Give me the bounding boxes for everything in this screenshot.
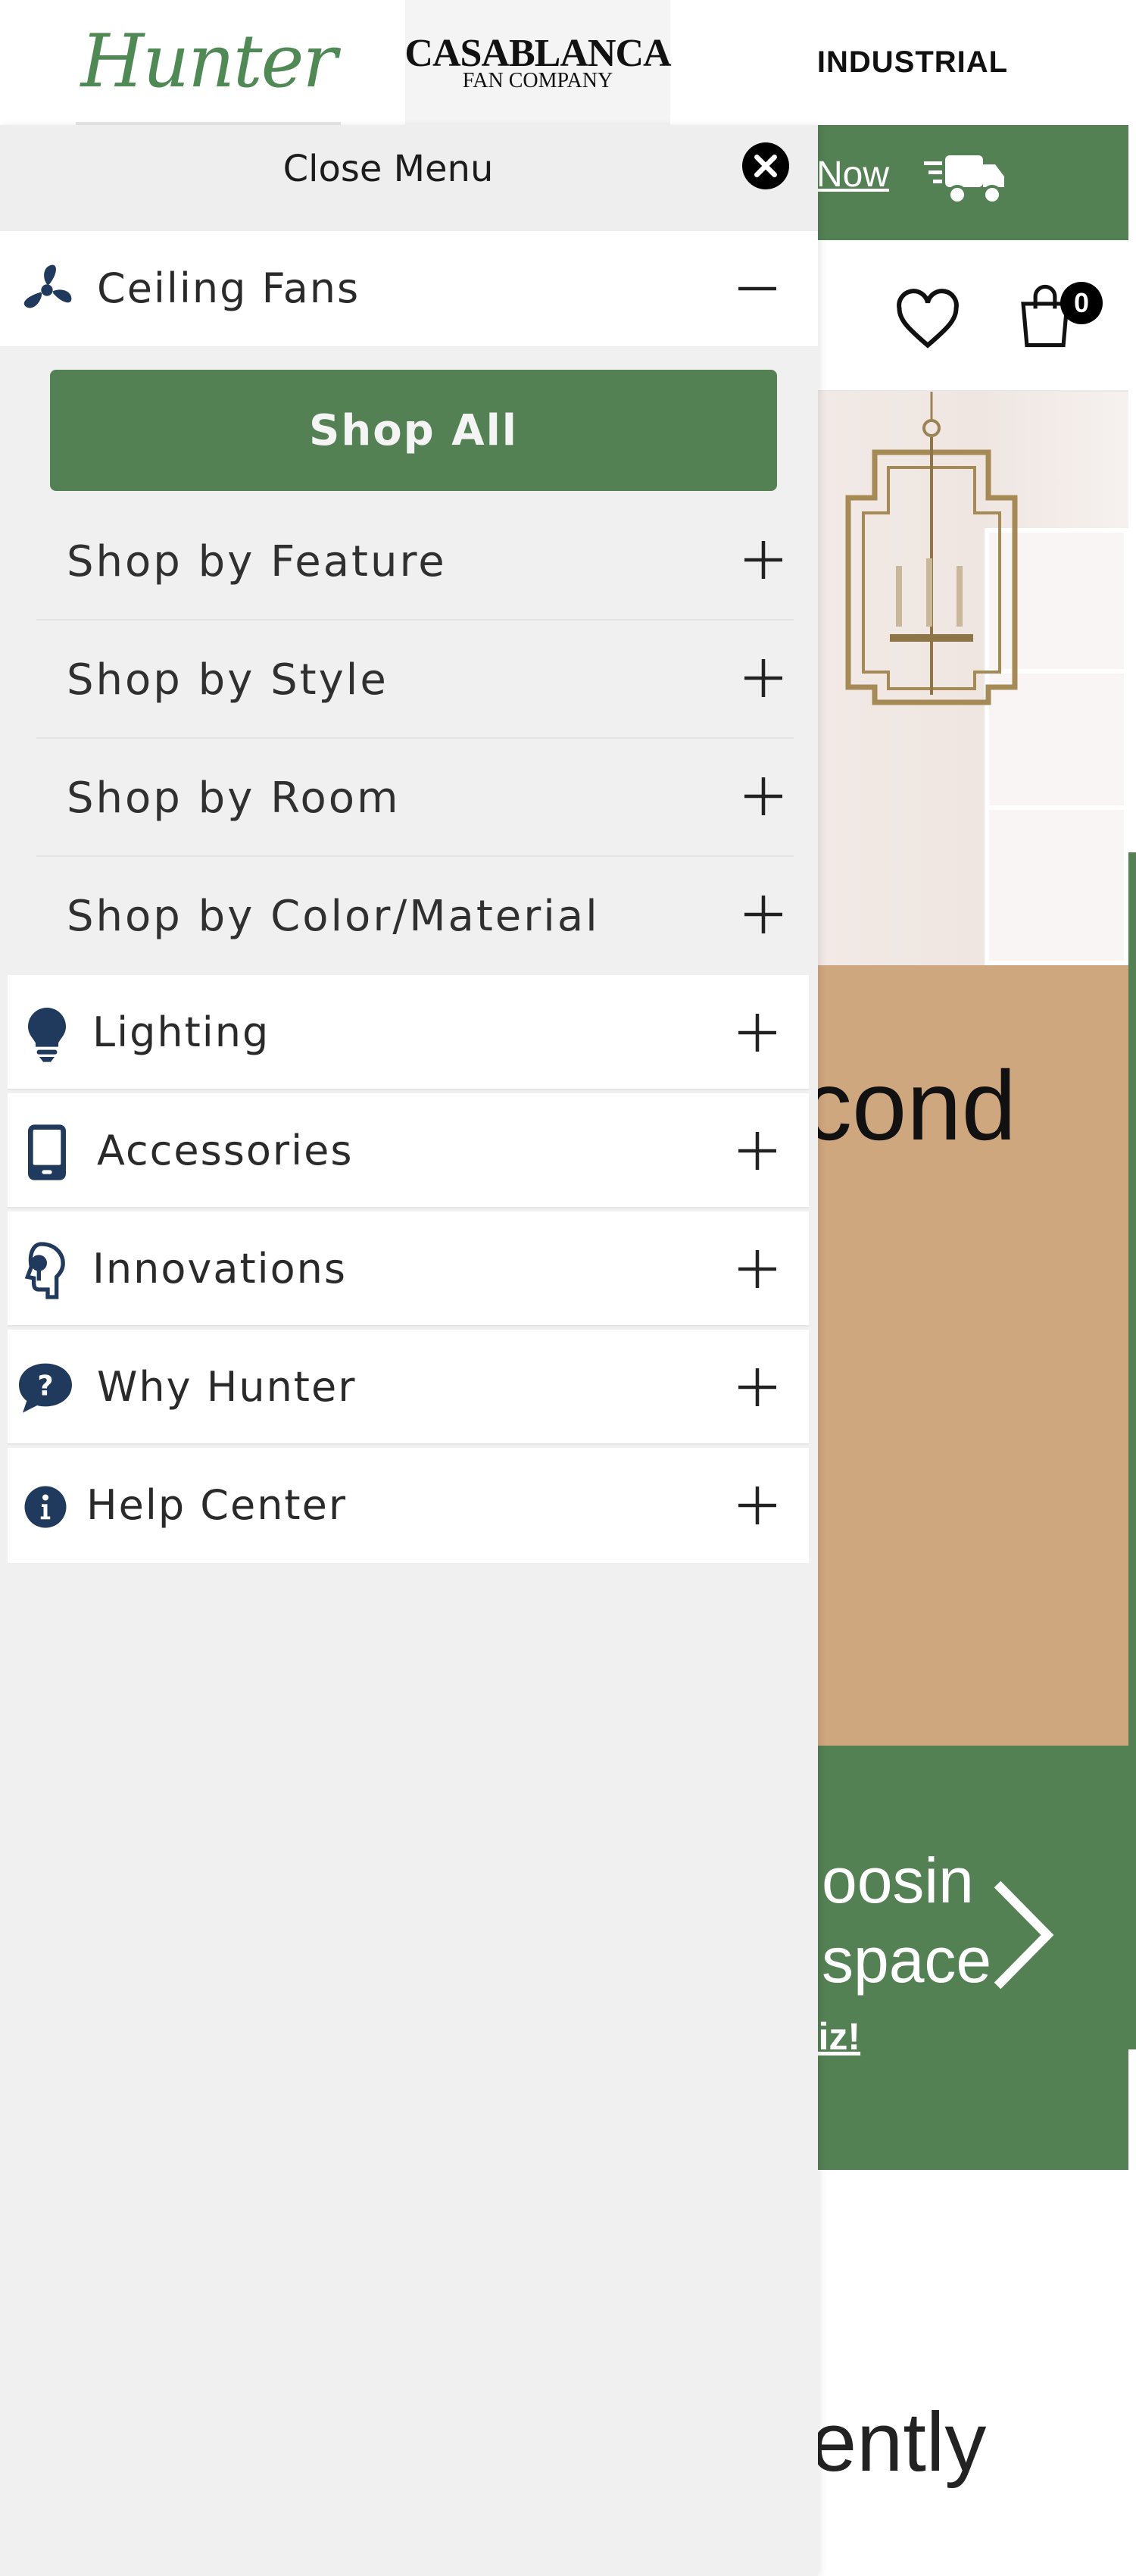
promo-link[interactable]: Now xyxy=(816,154,889,195)
mobile-menu-drawer: Close Menu Ceiling Fans Shop All Shop by… xyxy=(0,125,818,2576)
side-rail xyxy=(1128,852,1136,2049)
hero-heading-fragment: cond xyxy=(803,1050,1016,1161)
category-innovations[interactable]: Innovations xyxy=(8,1211,809,1327)
category-help-center[interactable]: Help Center xyxy=(8,1448,809,1563)
head-icon xyxy=(24,1242,65,1299)
plus-icon[interactable] xyxy=(735,1365,780,1410)
casablanca-logo-line1: CASABLANCA xyxy=(404,31,671,75)
category-label: Innovations xyxy=(92,1245,348,1293)
plus-icon[interactable] xyxy=(741,892,786,937)
subitem-label: Shop by Feature xyxy=(67,537,447,586)
quiz-heading-line2: space xyxy=(822,1924,992,1996)
category-accessories[interactable]: Accessories xyxy=(8,1093,809,1208)
category-label: Help Center xyxy=(86,1481,348,1529)
brand-tab-industrial[interactable]: INDUSTRIAL xyxy=(750,0,1075,125)
menu-header: Close Menu xyxy=(0,125,818,231)
svg-text:?: ? xyxy=(37,1370,53,1402)
chandelier-icon xyxy=(845,392,1018,705)
category-label: Lighting xyxy=(92,1008,270,1056)
plus-icon[interactable] xyxy=(741,774,786,819)
brand-tab-casablanca[interactable]: CASABLANCA FAN COMPANY xyxy=(404,0,672,125)
cart-count-badge: 0 xyxy=(1060,282,1103,324)
subitem-shop-by-feature[interactable]: Shop by Feature xyxy=(36,502,794,621)
shop-all-button[interactable]: Shop All xyxy=(50,370,777,491)
plus-icon[interactable] xyxy=(741,537,786,583)
category-ceiling-fans[interactable]: Ceiling Fans xyxy=(0,231,818,346)
subitem-shop-by-style[interactable]: Shop by Style xyxy=(36,621,794,739)
brand-tab-hunter[interactable]: Hunter xyxy=(76,0,341,125)
fan-icon xyxy=(23,264,72,308)
category-label: Why Hunter xyxy=(97,1363,357,1411)
chevron-right-icon[interactable] xyxy=(988,1878,1056,1992)
phone-icon xyxy=(28,1124,66,1180)
category-label: Ceiling Fans xyxy=(97,264,360,312)
industrial-logo: INDUSTRIAL xyxy=(816,45,1009,79)
plus-icon[interactable] xyxy=(735,1246,780,1292)
subitem-shop-by-room[interactable]: Shop by Room xyxy=(36,739,794,857)
info-icon xyxy=(24,1486,67,1528)
subitem-label: Shop by Style xyxy=(67,655,389,705)
category-why-hunter[interactable]: ? Why Hunter xyxy=(8,1330,809,1445)
brand-switcher-bar: Hunter CASABLANCA FAN COMPANY INDUSTRIAL xyxy=(0,0,1136,125)
question-bubble-icon: ? xyxy=(19,1363,72,1413)
delivery-truck-icon xyxy=(924,155,1004,205)
plus-icon[interactable] xyxy=(735,1483,780,1528)
plus-icon[interactable] xyxy=(735,1010,780,1055)
minus-icon[interactable] xyxy=(735,266,780,311)
subitem-label: Shop by Room xyxy=(67,774,401,823)
category-lighting[interactable]: Lighting xyxy=(8,975,809,1090)
lightbulb-icon xyxy=(28,1008,66,1062)
quiz-heading-line1: oosin xyxy=(822,1845,974,1916)
casablanca-logo: CASABLANCA FAN COMPANY xyxy=(404,31,671,92)
wishlist-heart-icon[interactable] xyxy=(894,286,962,354)
subitem-label: Shop by Color/Material xyxy=(67,892,600,941)
plus-icon[interactable] xyxy=(741,655,786,701)
section-heading-fragment: ently xyxy=(810,2396,987,2489)
plus-icon[interactable] xyxy=(735,1128,780,1174)
close-icon[interactable] xyxy=(742,142,789,189)
category-label: Accessories xyxy=(97,1127,354,1174)
hunter-logo: Hunter xyxy=(80,18,338,104)
close-menu-label[interactable]: Close Menu xyxy=(0,148,776,190)
subitem-shop-by-color-material[interactable]: Shop by Color/Material xyxy=(36,857,794,975)
